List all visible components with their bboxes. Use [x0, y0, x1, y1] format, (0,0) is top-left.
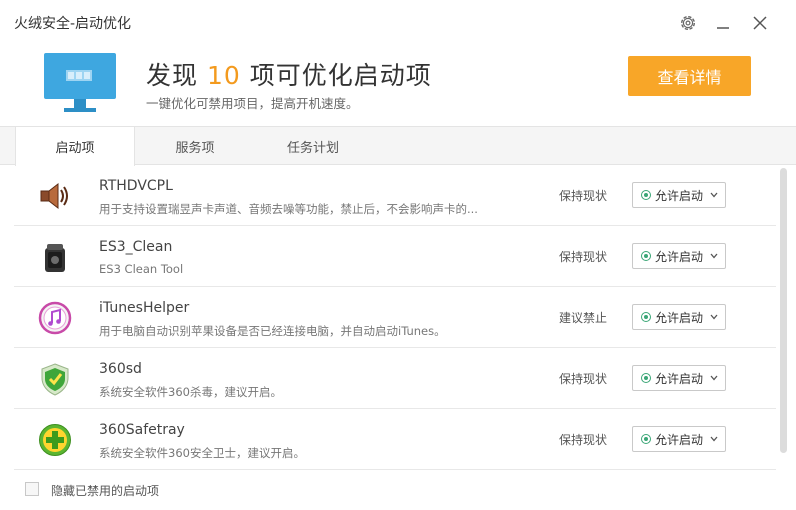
itunes-icon	[38, 301, 72, 335]
headline-prefix: 发现	[146, 61, 207, 90]
item-name: iTunesHelper	[99, 300, 190, 316]
select-value: 允许启动	[655, 310, 704, 325]
tab-bar: 启动项 服务项 任务计划	[0, 126, 796, 166]
item-status: 保持现状	[559, 433, 608, 447]
footer: 隐藏已禁用的启动项	[0, 470, 796, 510]
select-value: 允许启动	[655, 432, 704, 447]
startup-action-select[interactable]: 允许启动	[632, 182, 726, 208]
360-safeguard-icon	[38, 423, 72, 457]
allow-status-icon	[641, 190, 651, 200]
settings-gear-icon[interactable]	[677, 12, 699, 34]
item-description: 系统安全软件360安全卫士，建议开启。	[99, 446, 305, 460]
chevron-down-icon	[710, 314, 718, 320]
optimizable-count: 10	[206, 61, 241, 90]
item-description: 用于支持设置瑞昱声卡声道、音频去噪等功能，禁止后，不会影响声卡的...	[99, 202, 478, 216]
minimize-icon[interactable]	[712, 12, 734, 34]
list-scrollbar[interactable]	[780, 168, 787, 468]
tab-services[interactable]: 服务项	[137, 127, 253, 165]
startup-action-select[interactable]: 允许启动	[632, 304, 726, 330]
close-icon[interactable]	[749, 12, 771, 34]
allow-status-icon	[641, 373, 651, 383]
allow-status-icon	[641, 251, 651, 261]
item-name: ES3_Clean	[99, 239, 173, 255]
tab-scheduled-tasks[interactable]: 任务计划	[255, 127, 371, 165]
monitor-icon	[44, 53, 116, 119]
item-status: 建议禁止	[559, 311, 608, 325]
allow-status-icon	[641, 434, 651, 444]
headline-suffix: 项可优化启动项	[240, 61, 432, 90]
item-name: 360Safetray	[99, 422, 185, 438]
startup-action-select[interactable]: 允许启动	[632, 365, 726, 391]
startup-optimizer-window: 火绒安全-启动优化 发现 10 项可优化启动项 一键优化可禁用项目，提高开机速度…	[0, 0, 796, 510]
trash-can-icon	[38, 240, 72, 274]
startup-item-list: RTHDVCPL 用于支持设置瑞昱声卡声道、音频去噪等功能，禁止后，不会影响声卡…	[14, 165, 776, 470]
view-details-button[interactable]: 查看详情	[628, 56, 751, 96]
list-item: ES3_Clean ES3 Clean Tool 保持现状 允许启动	[14, 226, 776, 287]
item-status: 保持现状	[559, 372, 608, 386]
scrollbar-thumb[interactable]	[780, 168, 787, 453]
hide-disabled-checkbox[interactable]	[25, 482, 39, 496]
shield-icon	[38, 362, 72, 396]
item-name: 360sd	[99, 361, 142, 377]
headline: 发现 10 项可优化启动项	[146, 56, 432, 92]
item-description: 系统安全软件360杀毒，建议开启。	[99, 385, 282, 399]
item-name: RTHDVCPL	[99, 178, 173, 194]
summary-header: 发现 10 项可优化启动项 一键优化可禁用项目，提高开机速度。 查看详情	[0, 46, 796, 126]
startup-action-select[interactable]: 允许启动	[632, 426, 726, 452]
chevron-down-icon	[710, 253, 718, 259]
window-title: 火绒安全-启动优化	[14, 16, 132, 32]
chevron-down-icon	[710, 192, 718, 198]
allow-status-icon	[641, 312, 651, 322]
list-item: iTunesHelper 用于电脑自动识别苹果设备是否已经连接电脑，并自动启动i…	[14, 287, 776, 348]
hide-disabled-label: 隐藏已禁用的启动项	[51, 484, 160, 498]
speaker-icon	[38, 179, 72, 213]
item-description: ES3 Clean Tool	[99, 262, 184, 276]
select-value: 允许启动	[655, 249, 704, 264]
title-bar: 火绒安全-启动优化	[0, 0, 796, 46]
list-item: 360Safetray 系统安全软件360安全卫士，建议开启。 保持现状 允许启…	[14, 409, 776, 470]
item-status: 保持现状	[559, 250, 608, 264]
list-item: RTHDVCPL 用于支持设置瑞昱声卡声道、音频去噪等功能，禁止后，不会影响声卡…	[14, 165, 776, 226]
header-subline: 一键优化可禁用项目，提高开机速度。	[146, 96, 359, 111]
list-item: 360sd 系统安全软件360杀毒，建议开启。 保持现状 允许启动	[14, 348, 776, 409]
item-status: 保持现状	[559, 189, 608, 203]
startup-action-select[interactable]: 允许启动	[632, 243, 726, 269]
item-description: 用于电脑自动识别苹果设备是否已经连接电脑，并自动启动iTunes。	[99, 324, 446, 338]
select-value: 允许启动	[655, 188, 704, 203]
chevron-down-icon	[710, 436, 718, 442]
select-value: 允许启动	[655, 371, 704, 386]
tab-startup-items[interactable]: 启动项	[15, 127, 135, 166]
chevron-down-icon	[710, 375, 718, 381]
